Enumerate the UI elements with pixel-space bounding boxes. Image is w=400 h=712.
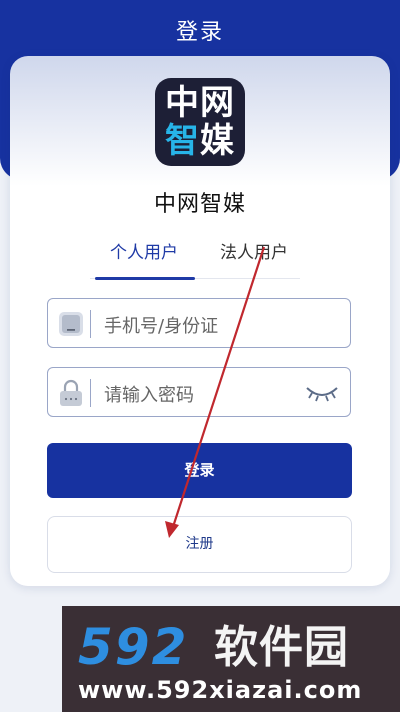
id-card-icon xyxy=(59,312,83,336)
logo-text-bottom: 智媒 xyxy=(155,122,245,160)
watermark-url: www.592xiazai.com xyxy=(78,676,363,704)
active-tab-indicator xyxy=(95,277,195,280)
input-divider xyxy=(90,310,91,338)
logo-char-accent: 智 xyxy=(165,121,200,161)
phone-placeholder: 手机号/身份证 xyxy=(104,316,219,337)
logo-char-plain: 媒 xyxy=(200,121,235,161)
watermark-number: 592 xyxy=(78,618,189,676)
page-title: 登录 xyxy=(175,20,224,45)
watermark-banner: 592 软件园 www.592xiazai.com xyxy=(62,606,400,712)
tab-legal-user[interactable]: 法人用户 xyxy=(220,238,288,263)
eye-closed-icon[interactable] xyxy=(304,380,340,406)
register-button[interactable]: 注册 xyxy=(47,516,352,573)
tab-personal-user[interactable]: 个人用户 xyxy=(110,238,178,263)
input-divider xyxy=(90,379,91,407)
user-type-tabs: 个人用户 法人用户 xyxy=(90,232,300,280)
password-placeholder: 请输入密码 xyxy=(104,385,194,406)
login-button[interactable]: 登录 xyxy=(47,443,352,498)
logo-text-top: 中网 xyxy=(165,83,235,123)
app-name: 中网智媒 xyxy=(153,192,246,217)
password-input[interactable]: 请输入密码 xyxy=(47,367,351,417)
watermark-text: 软件园 xyxy=(214,622,349,673)
app-logo: 中网 智媒 xyxy=(155,78,245,166)
lock-icon xyxy=(60,379,82,406)
phone-id-input[interactable]: 手机号/身份证 xyxy=(47,298,351,348)
